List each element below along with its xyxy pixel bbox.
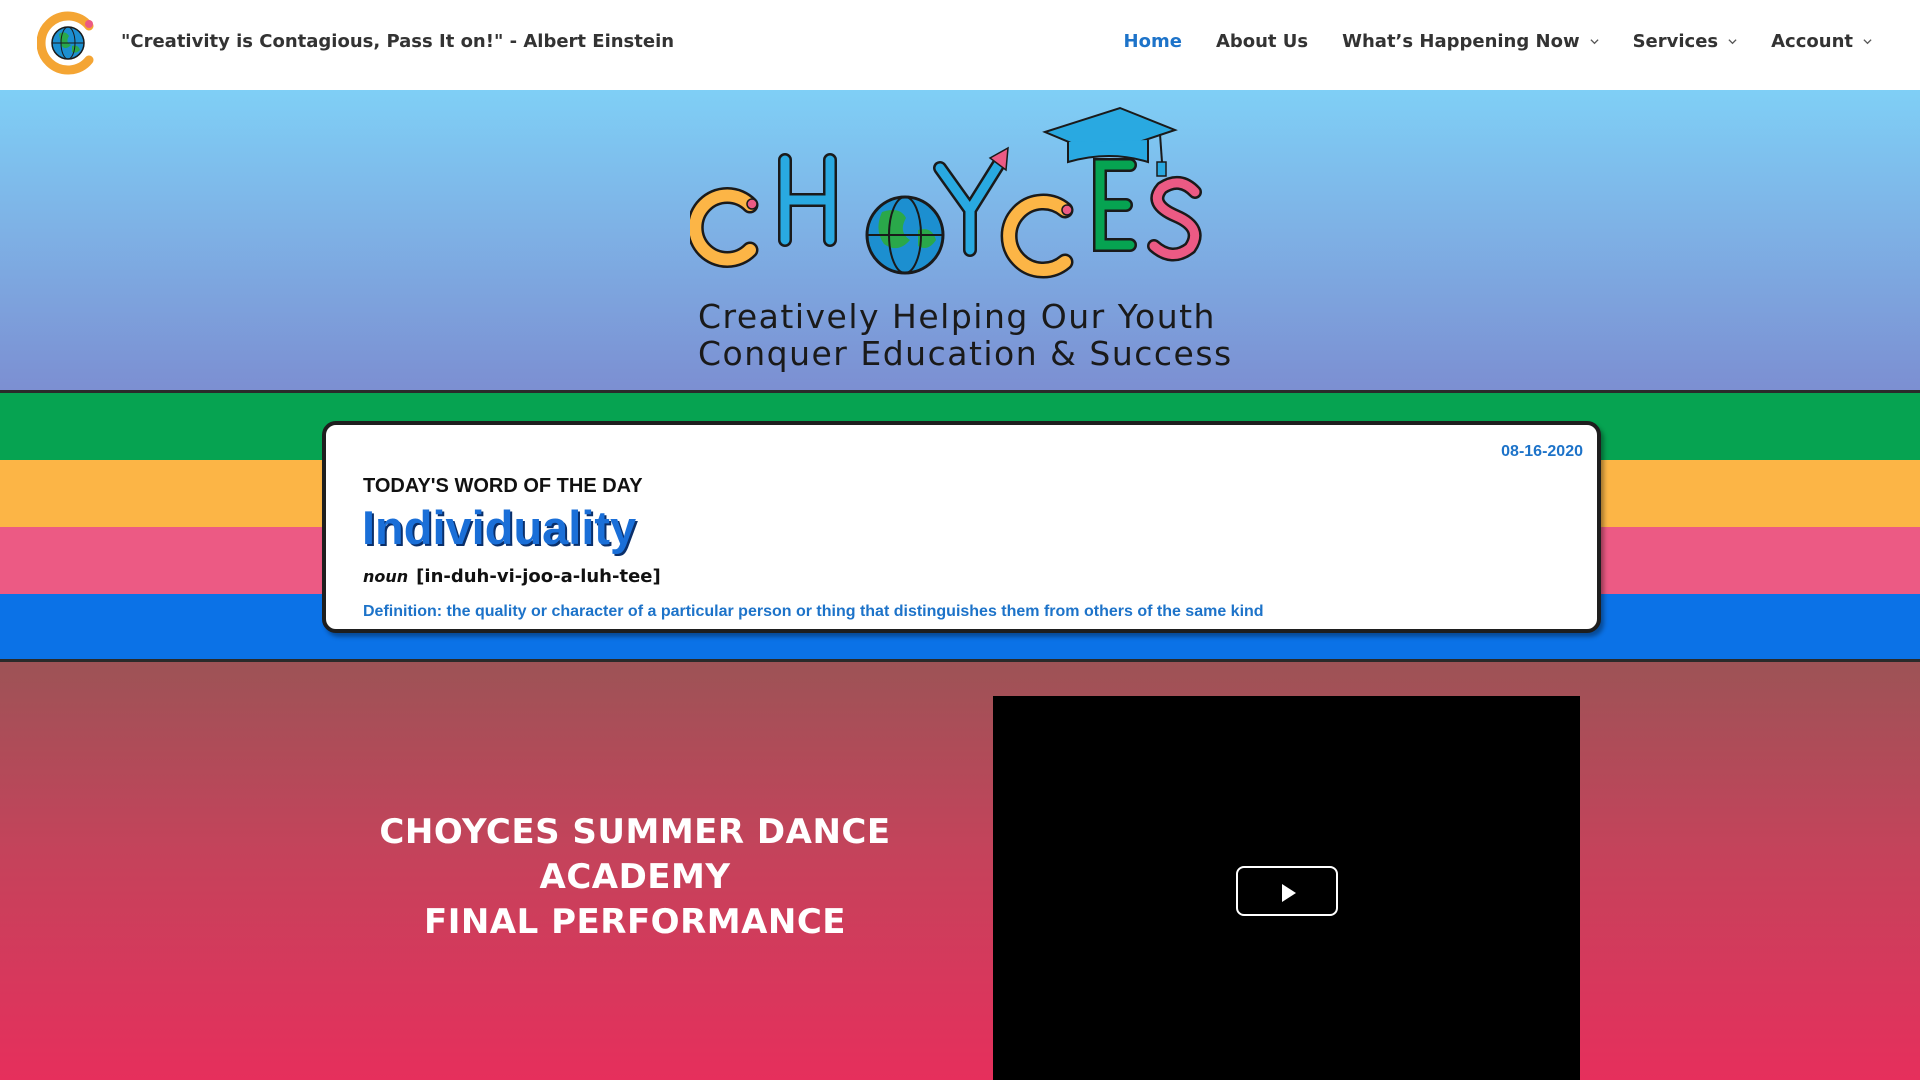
nav-whats-happening-now[interactable]: What’s Happening Now xyxy=(1342,31,1599,52)
site-header: "Creativity is Contagious, Pass It on!" … xyxy=(0,0,1920,90)
chevron-down-icon xyxy=(1590,39,1599,45)
main-nav: Home About Us What’s Happening Now Servi… xyxy=(1124,31,1872,52)
nav-account-label: Account xyxy=(1771,31,1853,52)
word-pronunciation: [in-duh-vi-joo-a-luh-tee] xyxy=(416,566,661,587)
word-definition: Definition: the quality or character of … xyxy=(363,603,1264,620)
logo-subtitle-line1: Creatively Helping Our Youth xyxy=(698,297,1216,336)
event-title-line1: CHOYCES SUMMER DANCE xyxy=(379,812,891,852)
event-title-line3: FINAL PERFORMANCE xyxy=(423,902,847,942)
word-of-the-day-label: TODAY'S WORD OF THE DAY xyxy=(363,475,643,497)
nav-home-label: Home xyxy=(1123,31,1182,52)
logo-subtitle: Creatively Helping Our Youth Conquer Edu… xyxy=(698,298,1233,372)
play-icon xyxy=(1282,884,1296,902)
nav-account[interactable]: Account xyxy=(1771,31,1872,52)
chevron-down-icon xyxy=(1863,39,1872,45)
event-section xyxy=(0,662,1920,1080)
word-title: Individuality xyxy=(362,501,637,554)
logo-subtitle-line2: Conquer Education & Success xyxy=(698,334,1233,373)
choyces-logo xyxy=(690,106,1202,279)
nav-services-label: Services xyxy=(1632,31,1719,52)
word-pronunciation-row: noun [in-duh-vi-joo-a-luh-tee] xyxy=(363,566,661,587)
word-of-the-day-card: 08-16-2020 TODAY'S WORD OF THE DAY Indiv… xyxy=(322,421,1601,633)
play-button[interactable] xyxy=(1236,866,1338,916)
nav-home[interactable]: Home xyxy=(1124,31,1182,52)
chevron-down-icon xyxy=(1728,39,1737,45)
word-date: 08-16-2020 xyxy=(1501,443,1583,460)
nav-about-us[interactable]: About Us xyxy=(1216,31,1308,52)
nav-whats-happening-label: What’s Happening Now xyxy=(1342,31,1580,52)
nav-about-us-label: About Us xyxy=(1215,31,1309,52)
site-logo-icon[interactable] xyxy=(37,10,99,76)
site-tagline: "Creativity is Contagious, Pass It on!" … xyxy=(121,31,675,52)
event-title: CHOYCES SUMMER DANCE ACADEMY FINAL PERFO… xyxy=(330,810,940,945)
word-part-of-speech: noun xyxy=(363,567,409,586)
nav-services[interactable]: Services xyxy=(1633,31,1738,52)
event-title-line2: ACADEMY xyxy=(539,857,731,897)
